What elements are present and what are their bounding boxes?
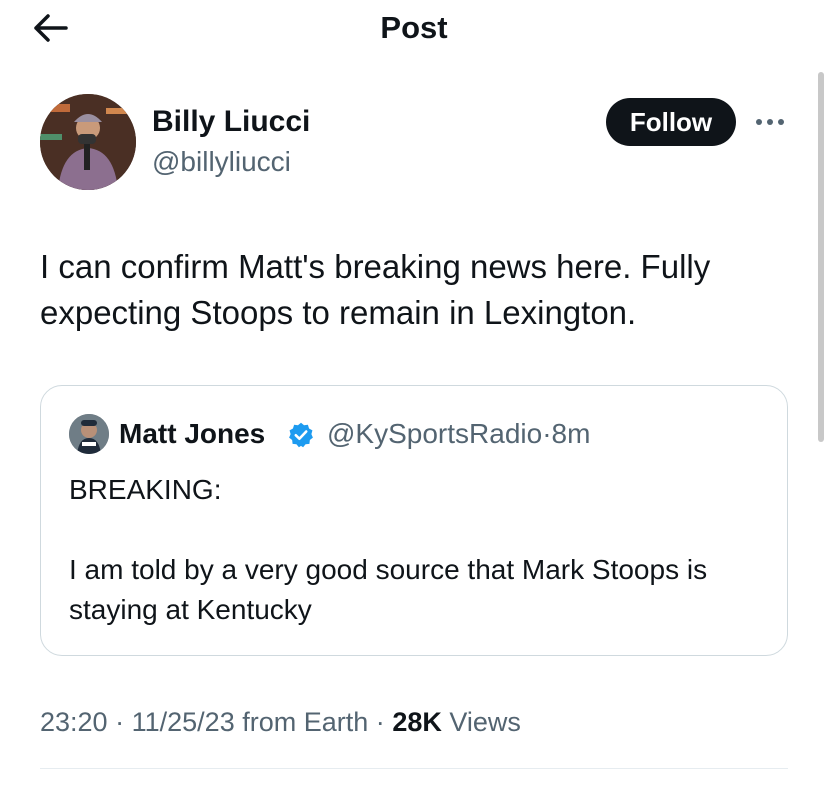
post-page: Post Billy Liucci @billyliucci Follow I …: [0, 0, 828, 792]
quoted-author-handle[interactable]: @KySportsRadio: [327, 418, 542, 449]
avatar-photo: [40, 94, 136, 190]
quoted-post-text: BREAKING: I am told by a very good sourc…: [69, 470, 759, 630]
post-date[interactable]: 11/25/23: [132, 707, 235, 737]
post-text: I can confirm Matt's breaking news here.…: [40, 248, 711, 331]
views-count[interactable]: 28K: [392, 707, 442, 737]
more-horizontal-icon: [756, 119, 784, 125]
quoted-text-spacer: [69, 510, 759, 550]
scrollbar[interactable]: [818, 72, 824, 442]
author-handle[interactable]: @billyliucci: [152, 144, 291, 180]
more-options-button[interactable]: [752, 110, 788, 134]
follow-button[interactable]: Follow: [606, 98, 736, 146]
quoted-avatar-photo: [69, 414, 109, 454]
post-meta: 23:20 · 11/25/23 from Earth · 28K Views: [40, 704, 521, 740]
quoted-text-line-2: I am told by a very good source that Mar…: [69, 554, 708, 625]
quoted-post-time[interactable]: 8m: [552, 418, 591, 449]
views-label: Views: [449, 707, 521, 737]
meta-dot: ·: [375, 707, 385, 737]
meta-separator: ·: [542, 418, 552, 449]
post-source: from Earth: [242, 707, 369, 737]
quoted-post-card[interactable]: Matt Jones @KySportsRadio·8m BREAKING: I…: [40, 385, 788, 656]
quoted-author-meta: @KySportsRadio·8m: [327, 416, 590, 452]
quoted-text-line-1: BREAKING:: [69, 474, 222, 505]
page-title: Post: [380, 10, 448, 45]
divider: [40, 768, 788, 769]
post-time[interactable]: 23:20: [40, 707, 108, 737]
author-name[interactable]: Billy Liucci: [152, 104, 310, 140]
meta-dot: ·: [115, 707, 125, 737]
verified-badge-icon: [289, 422, 313, 448]
author-avatar[interactable]: [40, 94, 136, 190]
quoted-author-name[interactable]: Matt Jones: [119, 416, 265, 452]
quoted-author-avatar[interactable]: [69, 414, 109, 454]
